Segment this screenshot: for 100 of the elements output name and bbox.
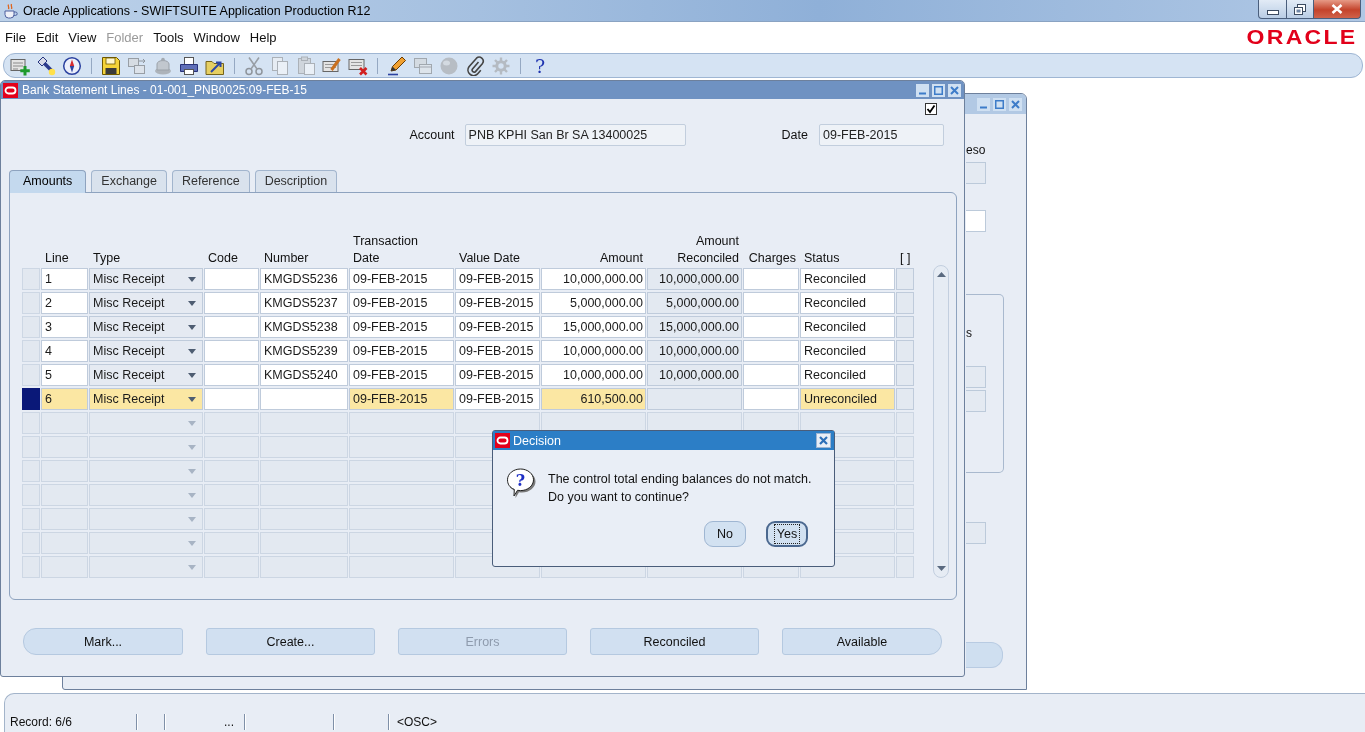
text-field[interactable]: KMGDS5238 bbox=[260, 316, 348, 338]
tab[interactable]: Exchange bbox=[91, 170, 167, 192]
date-field[interactable]: 09-FEB-2015 bbox=[819, 124, 944, 146]
text-field[interactable]: 5 bbox=[41, 364, 88, 386]
dialog-button[interactable]: No bbox=[704, 521, 746, 547]
restore-button[interactable] bbox=[1287, 0, 1314, 19]
text-field[interactable] bbox=[966, 210, 986, 232]
tab[interactable]: Amounts bbox=[9, 170, 87, 193]
text-field[interactable] bbox=[204, 364, 259, 386]
text-field[interactable]: Reconciled bbox=[800, 340, 895, 362]
text-field[interactable]: Reconciled bbox=[800, 292, 895, 314]
list-field[interactable]: Misc Receipt bbox=[89, 268, 203, 290]
action-button[interactable]: Mark... bbox=[23, 628, 183, 655]
text-field[interactable]: 1 bbox=[41, 268, 88, 290]
account-field[interactable]: PNB KPHI San Br SA 13400025 bbox=[464, 124, 686, 146]
action-button[interactable]: Available bbox=[782, 628, 942, 655]
text-field[interactable] bbox=[204, 388, 259, 410]
list-field[interactable]: Misc Receipt bbox=[89, 388, 203, 410]
checkbox[interactable] bbox=[925, 103, 937, 115]
close-icon[interactable] bbox=[816, 433, 831, 448]
text-field[interactable]: 610,500.00 bbox=[541, 388, 646, 410]
text-field[interactable] bbox=[204, 340, 259, 362]
empty-field bbox=[896, 484, 914, 506]
list-field[interactable]: Misc Receipt bbox=[89, 364, 203, 386]
maximize-icon[interactable] bbox=[993, 97, 1006, 111]
text-field[interactable] bbox=[204, 316, 259, 338]
dialog-button[interactable]: Yes bbox=[766, 521, 808, 547]
pencil-icon[interactable] bbox=[387, 55, 407, 76]
text-field[interactable]: Reconciled bbox=[800, 268, 895, 290]
menu-item[interactable]: Window bbox=[188, 29, 245, 45]
text-field[interactable] bbox=[966, 366, 986, 388]
text-field[interactable]: KMGDS5240 bbox=[260, 364, 348, 386]
text-field[interactable]: 5,000,000.00 bbox=[541, 292, 646, 314]
record-indicator[interactable] bbox=[22, 388, 40, 410]
text-field[interactable]: 3 bbox=[41, 316, 88, 338]
flashlight-icon[interactable] bbox=[36, 55, 56, 76]
text-field[interactable] bbox=[743, 292, 799, 314]
status-text: <OSC> bbox=[397, 715, 438, 729]
text-field[interactable] bbox=[966, 162, 986, 184]
text-field[interactable]: KMGDS5236 bbox=[260, 268, 348, 290]
text-field[interactable]: 6 bbox=[41, 388, 88, 410]
minimize-button[interactable] bbox=[1258, 0, 1287, 19]
text-field[interactable] bbox=[743, 364, 799, 386]
menu-item[interactable]: View bbox=[63, 29, 102, 45]
text-field[interactable]: 09-FEB-2015 bbox=[349, 316, 454, 338]
text-field[interactable]: Reconciled bbox=[800, 316, 895, 338]
tab[interactable]: Reference bbox=[171, 170, 250, 192]
text-field[interactable] bbox=[966, 522, 986, 544]
close-button[interactable] bbox=[1314, 0, 1361, 19]
scroll-down-icon[interactable] bbox=[936, 566, 946, 571]
list-field[interactable]: Misc Receipt bbox=[89, 316, 203, 338]
text-field[interactable]: 09-FEB-2015 bbox=[455, 292, 540, 314]
scrollbar-track[interactable] bbox=[933, 265, 949, 578]
scroll-up-icon[interactable] bbox=[936, 272, 946, 277]
action-button[interactable]: Reconciled bbox=[590, 628, 759, 655]
list-field[interactable]: Misc Receipt bbox=[89, 292, 203, 314]
printer-icon[interactable] bbox=[179, 55, 199, 76]
text-field[interactable]: 4 bbox=[41, 340, 88, 362]
text-field[interactable]: Unreconciled bbox=[800, 388, 895, 410]
text-field[interactable] bbox=[743, 268, 799, 290]
text-field[interactable]: KMGDS5239 bbox=[260, 340, 348, 362]
text-field[interactable]: 09-FEB-2015 bbox=[455, 388, 540, 410]
menu-item[interactable]: Edit bbox=[30, 29, 64, 45]
paperclip-icon[interactable] bbox=[465, 55, 485, 76]
text-field[interactable]: 09-FEB-2015 bbox=[349, 388, 454, 410]
text-field[interactable]: 15,000,000.00 bbox=[541, 316, 646, 338]
text-field[interactable]: 09-FEB-2015 bbox=[349, 364, 454, 386]
close-icon[interactable] bbox=[1009, 97, 1022, 111]
text-field[interactable]: 09-FEB-2015 bbox=[349, 292, 454, 314]
text-field[interactable]: 10,000,000.00 bbox=[541, 364, 646, 386]
text-field[interactable]: 2 bbox=[41, 292, 88, 314]
list-field[interactable]: Misc Receipt bbox=[89, 340, 203, 362]
action-button[interactable] bbox=[966, 642, 1003, 668]
text-field[interactable]: 10,000,000.00 bbox=[541, 268, 646, 290]
menu-item[interactable]: Help bbox=[244, 29, 282, 45]
text-field[interactable]: Reconciled bbox=[800, 364, 895, 386]
menu-item[interactable]: Tools bbox=[148, 29, 189, 45]
text-field[interactable] bbox=[204, 292, 259, 314]
text-field[interactable]: 09-FEB-2015 bbox=[349, 340, 454, 362]
action-button[interactable]: Create... bbox=[206, 628, 375, 655]
text-field[interactable]: 10,000,000.00 bbox=[541, 340, 646, 362]
caret-icon bbox=[188, 444, 196, 450]
tab[interactable]: Description bbox=[254, 170, 338, 192]
text-field[interactable]: 09-FEB-2015 bbox=[349, 268, 454, 290]
menu-item[interactable]: File bbox=[0, 29, 31, 45]
text-field[interactable]: 09-FEB-2015 bbox=[455, 340, 540, 362]
text-field[interactable] bbox=[204, 268, 259, 290]
text-field[interactable]: 09-FEB-2015 bbox=[455, 316, 540, 338]
text-field[interactable] bbox=[260, 388, 348, 410]
text-field[interactable] bbox=[743, 340, 799, 362]
help-button[interactable]: ? bbox=[530, 55, 550, 76]
text-field[interactable] bbox=[966, 390, 986, 412]
cup-icon bbox=[3, 2, 19, 19]
text-field[interactable]: 09-FEB-2015 bbox=[455, 268, 540, 290]
text-field[interactable]: KMGDS5237 bbox=[260, 292, 348, 314]
text-field[interactable]: 09-FEB-2015 bbox=[455, 364, 540, 386]
text-field[interactable] bbox=[743, 388, 799, 410]
minimize-icon[interactable] bbox=[977, 97, 990, 111]
compass-icon[interactable] bbox=[62, 55, 82, 76]
text-field[interactable] bbox=[743, 316, 799, 338]
